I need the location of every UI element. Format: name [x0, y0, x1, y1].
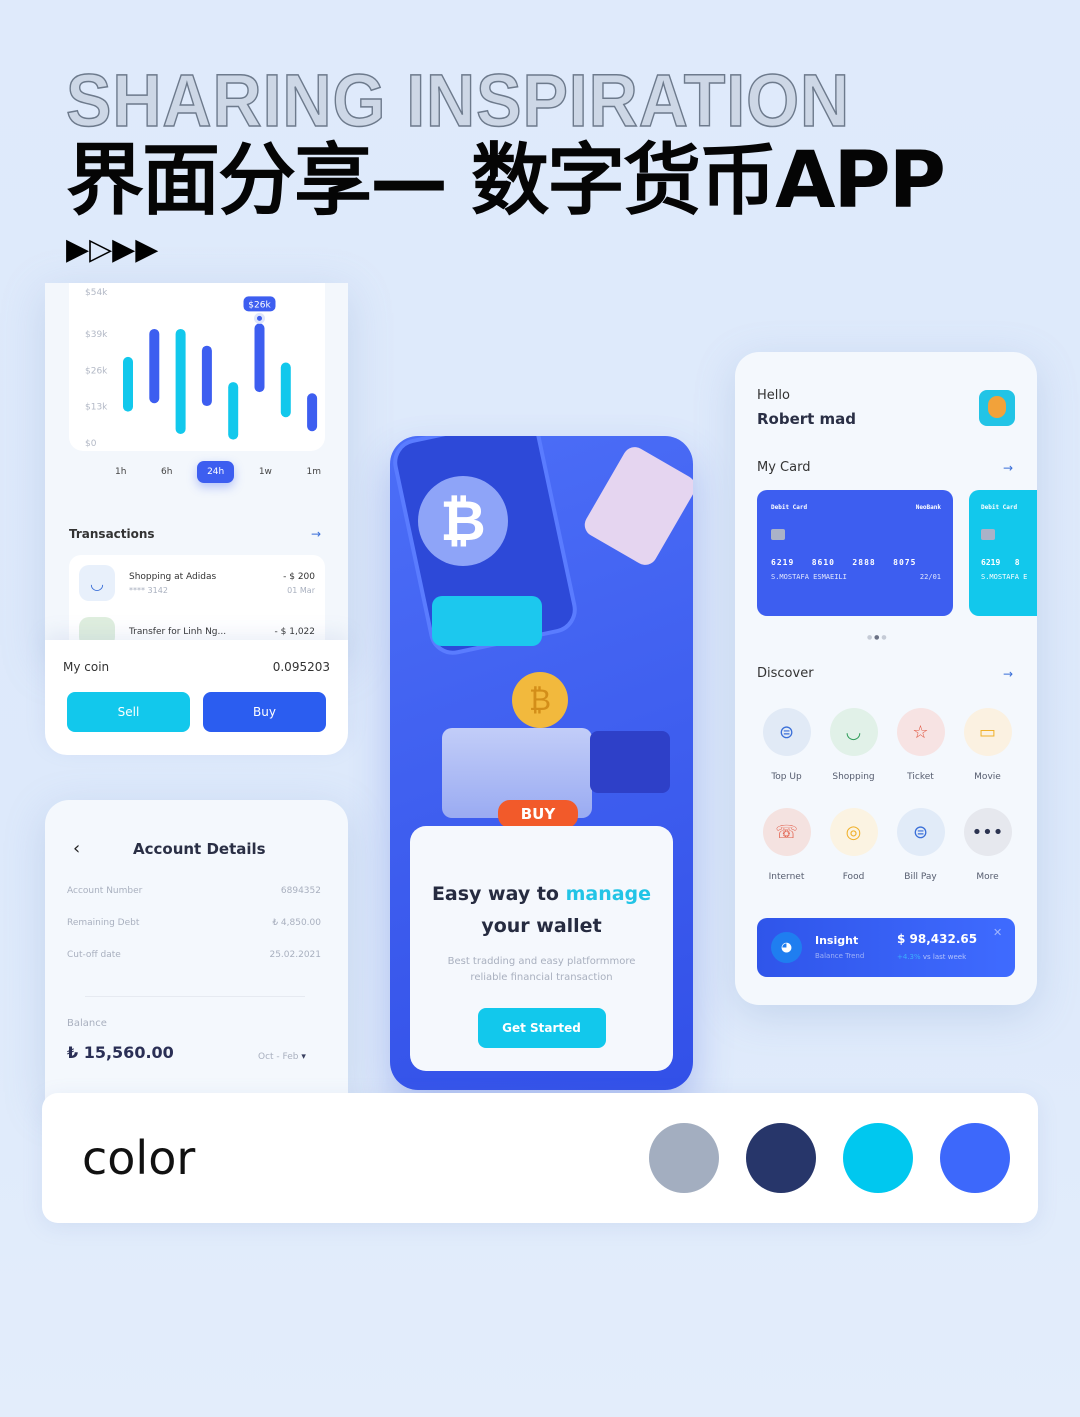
account-title: Account Details [133, 840, 266, 858]
transaction-title: Transfer for Linh Ng... [129, 627, 227, 637]
star-icon: ☆ [896, 708, 945, 756]
back-icon[interactable]: ‹ [73, 838, 80, 859]
my-card-title: My Card [757, 460, 811, 475]
my-coin-card: My coin 0.095203 Sell Buy [45, 640, 348, 755]
coin-label: My coin [63, 660, 110, 674]
coin-illustration: ₿ [512, 672, 568, 728]
transaction-item[interactable]: ◡ Shopping at Adidas **** 3142 - $ 200 0… [79, 565, 315, 601]
buy-button[interactable]: Buy [203, 692, 326, 732]
debit-card[interactable]: Debit Card 6219 8 S.MOSTAFA E [969, 490, 1037, 616]
period-select[interactable]: Oct - Feb ▾ [258, 1052, 306, 1062]
service-movie[interactable]: ▭ Movie [954, 708, 1021, 782]
y-tick-label: $26k [85, 366, 108, 376]
food-icon: ◎ [829, 808, 878, 856]
close-icon[interactable]: ✕ [993, 926, 1002, 939]
price-chart: $0 $13k $26k $39k $54k $26k [85, 288, 318, 449]
tab-1w[interactable]: 1w [249, 461, 282, 483]
tab-1m[interactable]: 1m [297, 461, 332, 483]
balance-value: ₺ 15,560.00 [67, 1043, 174, 1062]
camera-icon: ▭ [963, 708, 1012, 756]
tooltip-label: $26k [248, 300, 271, 310]
sell-button[interactable]: Sell [67, 692, 190, 732]
tab-24h[interactable]: 24h [197, 461, 235, 483]
chip-icon [771, 529, 785, 540]
buy-badge: BUY [498, 800, 578, 828]
arrow-right-icon[interactable]: → [1003, 667, 1013, 681]
arrow-right-icon[interactable]: → [1003, 461, 1013, 475]
user-name: Robert mad [757, 410, 857, 428]
y-tick-label: $39k [85, 330, 108, 340]
greeting: Hello [757, 388, 790, 403]
service-ticket[interactable]: ☆ Ticket [887, 708, 954, 782]
service-internet[interactable]: ☏ Internet [753, 808, 820, 882]
carousel-dots: ● ● ● [867, 634, 887, 641]
y-tick-label: $13k [85, 403, 108, 413]
account-row: Remaining Debt ₺ 4,850.00 [67, 918, 321, 928]
transaction-amount: - $ 1,022 [274, 627, 315, 637]
account-details-panel: ‹ Account Details Account Number 6894352 R… [45, 800, 348, 1100]
transaction-date: 01 Mar [287, 585, 315, 595]
bitcoin-icon: ₿ [418, 476, 508, 566]
transaction-card: **** 3142 [129, 585, 168, 595]
transaction-amount: - $ 200 [283, 571, 315, 582]
topup-icon: ⊜ [762, 708, 811, 756]
onboarding-screen: ₿ ₿ BUY Easy way to manage your wallet Be… [390, 436, 693, 1090]
card-illustration [432, 596, 542, 646]
avatar[interactable] [979, 390, 1015, 426]
shopping-icon: ◡ [79, 565, 115, 601]
y-tick-label: $0 [85, 439, 97, 449]
onboarding-description: Best tradding and easy platformmore reli… [447, 956, 636, 983]
service-shopping[interactable]: ◡ Shopping [820, 708, 887, 782]
color-swatch [843, 1123, 913, 1193]
palette-label: color [82, 1131, 196, 1185]
arrow-right-icon[interactable]: → [311, 527, 321, 541]
coin-value: 0.095203 [272, 660, 330, 674]
shopping-bag-icon: ◡ [829, 708, 878, 756]
service-top-up[interactable]: ⊜ Top Up [753, 708, 820, 782]
balance-label: Balance [67, 1018, 107, 1029]
color-swatch [649, 1123, 719, 1193]
color-palette: color [42, 1093, 1038, 1223]
time-tabs: 1h 6h 24h 1w 1m [105, 461, 331, 483]
get-started-button[interactable]: Get Started [477, 1008, 606, 1048]
y-tick-label: $54k [85, 288, 108, 298]
phone-icon: ☏ [762, 808, 811, 856]
dropdown-icon: ▾ [301, 1052, 306, 1062]
tab-6h[interactable]: 6h [151, 461, 182, 483]
home-panel: Hello Robert mad My Card → Debit Card Neo… [735, 352, 1037, 1005]
debit-card[interactable]: Debit Card NeoBank 6219 8610 2888 8075 S.… [757, 490, 953, 616]
color-swatch [940, 1123, 1010, 1193]
transactions-title: Transactions [69, 527, 155, 541]
discover-title: Discover [757, 666, 814, 681]
insight-banner[interactable]: ◕ Insight Balance Trend $ 98,432.65 +4.3… [757, 918, 1015, 977]
tab-1h[interactable]: 1h [105, 461, 136, 483]
onboarding-headline: Easy way to manage your wallet [431, 883, 652, 937]
transaction-title: Shopping at Adidas [129, 571, 217, 582]
arrows-decoration: ▶▷▶▶ [66, 232, 159, 267]
service-more[interactable]: ••• More [954, 808, 1021, 882]
chart-panel: $0 $13k $26k $39k $54k $26k 1h 6h 24h 1w 1m Trans… [45, 283, 348, 655]
account-row: Account Number 6894352 [67, 886, 321, 896]
tooltip-dot [254, 312, 265, 324]
page-title: 界面分享— 数字货币APP [66, 136, 946, 226]
account-row: Cut-off date 25.02.2021 [67, 950, 321, 960]
bill-icon: ⊜ [896, 808, 945, 856]
pie-chart-icon: ◕ [771, 932, 802, 963]
color-swatch [746, 1123, 816, 1193]
service-food[interactable]: ◎ Food [820, 808, 887, 882]
more-icon: ••• [963, 808, 1012, 856]
service-bill-pay[interactable]: ⊜ Bill Pay [887, 808, 954, 882]
credit-card-illustration [580, 442, 693, 570]
